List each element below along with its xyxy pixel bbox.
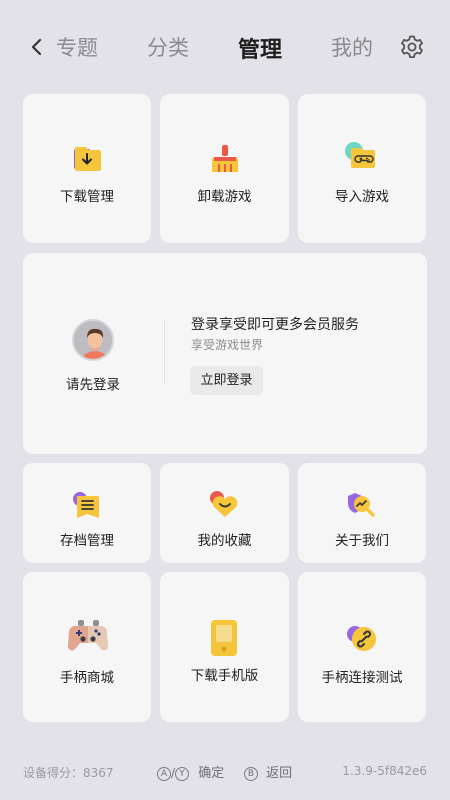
gamepad-test-card[interactable]: 手柄连接测试: [298, 572, 426, 722]
download-mobile-label: 下载手机版: [190, 668, 259, 684]
about-magnifier-icon: [348, 493, 375, 517]
login-now-button[interactable]: 立即登录: [190, 366, 263, 395]
download-manage-card[interactable]: 下载管理: [23, 94, 151, 243]
divider: [164, 321, 165, 383]
b-button-icon: B: [244, 767, 258, 781]
broom-icon: [212, 145, 238, 172]
top-navigation: 专题 分类 管理 我的: [0, 0, 450, 94]
import-game-label: 导入游戏: [335, 189, 389, 205]
login-benefit-subtitle: 享受游戏世界: [191, 338, 264, 352]
about-us-card[interactable]: 关于我们: [298, 463, 426, 563]
y-button-icon: Y: [175, 767, 190, 781]
link-connection-icon: [347, 626, 376, 651]
mobile-device-icon: [211, 620, 237, 656]
avatar[interactable]: [72, 319, 114, 361]
import-gamepad-icon: [345, 142, 375, 168]
download-mobile-card[interactable]: 下载手机版: [160, 572, 289, 722]
heart-favorite-icon: [210, 491, 238, 517]
save-manage-label: 存档管理: [60, 533, 114, 549]
download-folder-icon: [74, 147, 101, 171]
favorites-card[interactable]: 我的收藏: [160, 463, 289, 563]
back-hint: B 返回: [244, 762, 292, 781]
settings-gear-icon[interactable]: [399, 34, 425, 60]
about-us-label: 关于我们: [335, 533, 389, 549]
login-prompt-label[interactable]: 请先登录: [53, 373, 133, 393]
user-avatar-icon: [74, 321, 112, 359]
version-text: 1.3.9-5f842e6: [342, 764, 427, 778]
gamepad-test-label: 手柄连接测试: [321, 670, 403, 686]
download-manage-label: 下载管理: [60, 189, 114, 205]
gamepad-store-label: 手柄商城: [60, 670, 114, 686]
uninstall-game-label: 卸载游戏: [197, 189, 252, 205]
tab-manage[interactable]: 管理: [238, 32, 282, 64]
tab-topics[interactable]: 专题: [56, 32, 98, 62]
confirm-label: 确定: [198, 766, 225, 781]
confirm-hint: A / Y 确定: [157, 762, 224, 781]
a-button-icon: A: [157, 767, 171, 781]
back-arrow-icon[interactable]: [28, 34, 46, 60]
device-score: 设备得分：8367: [23, 766, 114, 780]
save-manage-card[interactable]: 存档管理: [23, 463, 151, 563]
import-game-card[interactable]: 导入游戏: [298, 94, 426, 243]
login-card: 请先登录 登录享受即可更多会员服务 享受游戏世界 立即登录: [23, 253, 427, 454]
gamepad-controller-icon: [67, 620, 109, 651]
uninstall-game-card[interactable]: 卸载游戏: [160, 94, 289, 243]
favorites-label: 我的收藏: [197, 533, 252, 549]
save-document-icon: [73, 492, 99, 518]
login-benefit-title: 登录享受即可更多会员服务: [191, 317, 359, 333]
tab-categories[interactable]: 分类: [147, 32, 189, 62]
back-label: 返回: [266, 766, 293, 781]
gamepad-store-card[interactable]: 手柄商城: [23, 572, 151, 722]
footer-bar: 设备得分：8367 A / Y 确定 B 返回 1.3.9-5f842e6: [0, 758, 450, 786]
tab-mine[interactable]: 我的: [331, 32, 373, 62]
